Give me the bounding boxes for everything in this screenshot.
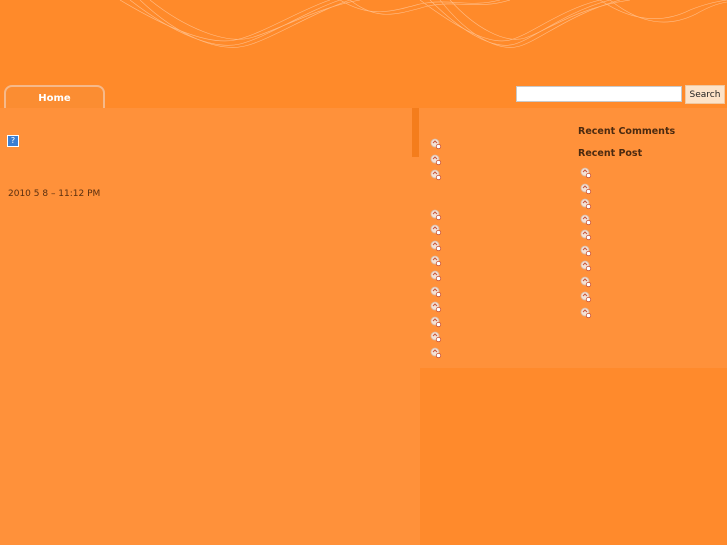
bullet-icon[interactable] — [430, 286, 442, 298]
bullet-icon[interactable] — [430, 316, 442, 328]
bullet-icon[interactable] — [430, 224, 442, 236]
sidebar-footer-area — [420, 368, 727, 545]
bullet-icon[interactable] — [580, 245, 592, 257]
bullet-icon[interactable] — [430, 209, 442, 221]
bullet-icon[interactable] — [430, 240, 442, 252]
bullet-icon[interactable] — [430, 255, 442, 267]
bullet-icon[interactable] — [580, 260, 592, 272]
bullet-icon[interactable] — [430, 347, 442, 359]
bullet-icon[interactable] — [430, 138, 442, 150]
post-date: 2010 5 8 – 11:12 PM — [8, 189, 101, 199]
broken-image-icon: ? — [7, 135, 19, 147]
bullet-icon[interactable] — [580, 307, 592, 319]
bullet-icon[interactable] — [430, 331, 442, 343]
bullet-icon[interactable] — [580, 167, 592, 179]
bullet-icon[interactable] — [580, 229, 592, 241]
nav-tab-home[interactable]: Home — [4, 85, 105, 108]
content-divider-notch — [412, 108, 419, 157]
recent-comments-heading: Recent Comments — [578, 126, 676, 137]
bullet-icon[interactable] — [580, 276, 592, 288]
bullet-icon[interactable] — [580, 214, 592, 226]
recent-post-heading: Recent Post — [578, 148, 643, 159]
bullet-icon[interactable] — [430, 154, 442, 166]
main-content — [0, 108, 420, 545]
bullet-icon[interactable] — [430, 270, 442, 282]
bullet-icon[interactable] — [580, 291, 592, 303]
bullet-icon[interactable] — [580, 198, 592, 210]
bullet-icon[interactable] — [430, 169, 442, 181]
bullet-icon[interactable] — [580, 183, 592, 195]
search-input[interactable] — [516, 86, 682, 102]
bullet-icon[interactable] — [430, 301, 442, 313]
sidebar — [420, 108, 727, 368]
search-button[interactable]: Search — [685, 85, 725, 104]
